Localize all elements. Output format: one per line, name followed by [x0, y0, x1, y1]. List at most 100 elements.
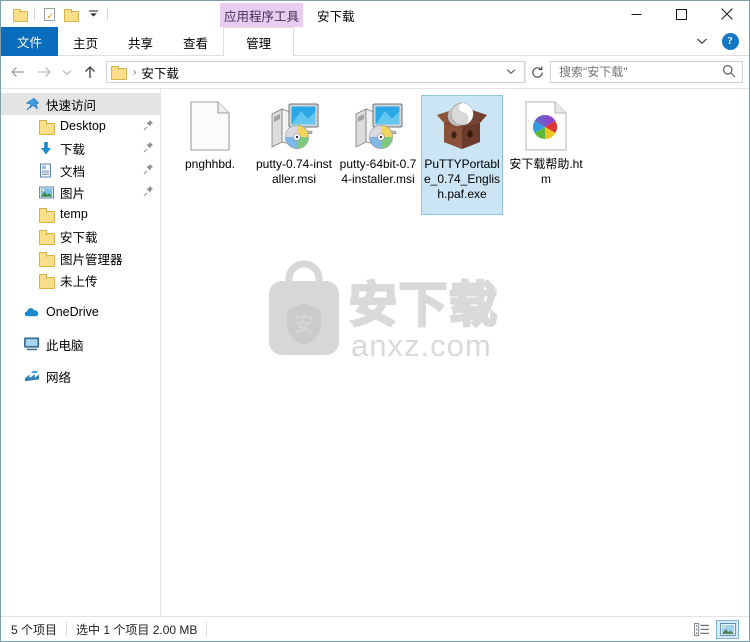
- folder-icon: [37, 206, 55, 223]
- details-view-icon: [694, 622, 709, 636]
- contextual-tool-header: 应用程序工具: [220, 3, 303, 27]
- file-name: 安下载帮助.htm: [509, 157, 583, 186]
- minimize-button[interactable]: [614, 1, 659, 27]
- onedrive-cloud-icon: [23, 304, 41, 320]
- status-divider-2: [206, 622, 208, 636]
- sidebar-item-label: Desktop: [60, 119, 106, 133]
- sidebar-item-onedrive[interactable]: OneDrive: [1, 301, 160, 323]
- tab-share[interactable]: 共享: [113, 27, 168, 56]
- file-list-pane[interactable]: 安 安下载 anxz.com pnghhbd. putty-0.74-insta…: [161, 89, 749, 616]
- sidebar-item-label: temp: [60, 207, 88, 221]
- close-button[interactable]: [704, 1, 749, 27]
- back-button[interactable]: [5, 59, 31, 85]
- file-item[interactable]: putty-64bit-0.74-installer.msi: [337, 95, 419, 215]
- minimize-icon: [631, 13, 642, 15]
- qat-new-folder-button[interactable]: [60, 3, 82, 25]
- sidebar-item-label: OneDrive: [46, 305, 99, 319]
- sidebar-item-not-uploaded[interactable]: 未上传: [1, 269, 160, 291]
- breadcrumb-current-folder[interactable]: 安下载: [141, 63, 179, 82]
- msi-installer-icon: [352, 100, 404, 152]
- file-name: putty-64bit-0.74-installer.msi: [339, 157, 417, 186]
- maximize-icon: [676, 8, 687, 20]
- help-button[interactable]: ?: [717, 29, 743, 53]
- chevron-down-icon: [506, 68, 516, 74]
- window-controls: [614, 1, 749, 27]
- file-item[interactable]: pnghhbd.: [169, 95, 251, 215]
- refresh-button[interactable]: [525, 61, 549, 83]
- title-bar: ✓ 应用程序工具 安下载: [1, 1, 749, 27]
- qat-folder-button[interactable]: [9, 3, 31, 25]
- tab-file[interactable]: 文件: [1, 27, 59, 56]
- qat-customize-button[interactable]: [82, 3, 104, 25]
- sidebar-item-label: 未上传: [60, 274, 98, 289]
- view-mode-buttons: [690, 619, 745, 639]
- svg-text:安: 安: [294, 313, 314, 336]
- sidebar-item-this-pc[interactable]: 此电脑: [1, 333, 160, 355]
- status-divider: [66, 622, 68, 636]
- up-button[interactable]: [77, 59, 103, 85]
- breadcrumb-separator[interactable]: ›: [128, 67, 141, 78]
- pin-star-icon: [23, 96, 41, 112]
- folder-icon: [64, 8, 79, 22]
- pushpin-icon[interactable]: [143, 163, 154, 178]
- ribbon-tab-strip: 文件 主页 共享 查看 管理 ?: [1, 27, 749, 57]
- search-box[interactable]: [550, 61, 743, 83]
- pushpin-icon[interactable]: [143, 185, 154, 200]
- address-dropdown-button[interactable]: [498, 67, 524, 78]
- navigation-pane: 快速访问 Desktop 下载 文档 图片 temp 安下载 图片管理器 未上传…: [1, 89, 161, 616]
- sidebar-item-anxiazai[interactable]: 安下载: [1, 225, 160, 247]
- recent-locations-button[interactable]: [57, 59, 77, 85]
- arrow-up-icon: [85, 65, 95, 78]
- status-bar: 5 个项目 选中 1 个项目 2.00 MB: [1, 616, 749, 641]
- tab-manage[interactable]: 管理: [223, 27, 295, 57]
- sidebar-item-label: 图片管理器: [60, 252, 123, 267]
- maximize-button[interactable]: [659, 1, 704, 27]
- file-explorer-window: ✓ 应用程序工具 安下载 文件 主页 共享 查看 管理 ? › 安下载 搜索"安…: [0, 0, 750, 642]
- svg-text:anxz.com: anxz.com: [351, 328, 492, 363]
- file-grid: pnghhbd. putty-0.74-installer.msi putty-…: [161, 89, 749, 215]
- sidebar-item-desktop[interactable]: Desktop: [1, 115, 160, 137]
- sidebar-item-label: 图片: [60, 186, 86, 201]
- folder-icon: [37, 118, 55, 135]
- pushpin-icon[interactable]: [143, 119, 154, 134]
- selection-info-label: 选中 1 个项目 2.00 MB: [76, 622, 198, 637]
- forward-button[interactable]: [31, 59, 57, 85]
- sidebar-item-label: 此电脑: [46, 338, 84, 353]
- file-item-selected[interactable]: PuTTYPortable_0.74_English.paf.exe: [421, 95, 503, 215]
- tab-view[interactable]: 查看: [168, 27, 223, 56]
- file-item[interactable]: putty-0.74-installer.msi: [253, 95, 335, 215]
- ribbon-collapse-button[interactable]: [689, 29, 715, 53]
- sidebar-item-pictures[interactable]: 图片: [1, 181, 160, 203]
- sidebar-item-documents[interactable]: 文档: [1, 159, 160, 181]
- folder-icon: [37, 250, 55, 267]
- large-icons-view-button[interactable]: [716, 619, 739, 639]
- close-icon: [720, 8, 733, 20]
- search-input[interactable]: [559, 65, 722, 79]
- sidebar-item-label: 网络: [46, 370, 72, 385]
- qat-properties-button[interactable]: ✓: [38, 3, 60, 25]
- file-item[interactable]: 安下载帮助.htm: [505, 95, 587, 215]
- blank-document-icon: [184, 100, 236, 152]
- sidebar-item-quick-access[interactable]: 快速访问: [1, 93, 160, 115]
- download-arrow-icon: [37, 140, 55, 156]
- folder-icon: [111, 66, 127, 80]
- file-name: putty-0.74-installer.msi: [255, 157, 333, 186]
- qat-divider-2: [107, 7, 108, 21]
- address-bar: › 安下载: [1, 56, 749, 88]
- address-breadcrumb-bar[interactable]: › 安下载: [106, 61, 525, 83]
- documents-icon: [37, 162, 55, 178]
- file-name: pnghhbd.: [184, 157, 236, 171]
- sidebar-item-downloads[interactable]: 下载: [1, 137, 160, 159]
- tab-home[interactable]: 主页: [58, 27, 113, 56]
- pushpin-icon[interactable]: [143, 141, 154, 156]
- item-count-label: 5 个项目: [11, 622, 58, 637]
- sidebar-item-network[interactable]: 网络: [1, 365, 160, 387]
- search-icon: [722, 64, 736, 81]
- sidebar-item-picture-manager[interactable]: 图片管理器: [1, 247, 160, 269]
- arrow-right-icon: [38, 67, 51, 77]
- sidebar-item-temp[interactable]: temp: [1, 203, 160, 225]
- details-view-button[interactable]: [690, 620, 713, 639]
- chevron-down-icon: [62, 69, 72, 75]
- this-pc-icon: [23, 336, 41, 352]
- folder-icon: [37, 228, 55, 245]
